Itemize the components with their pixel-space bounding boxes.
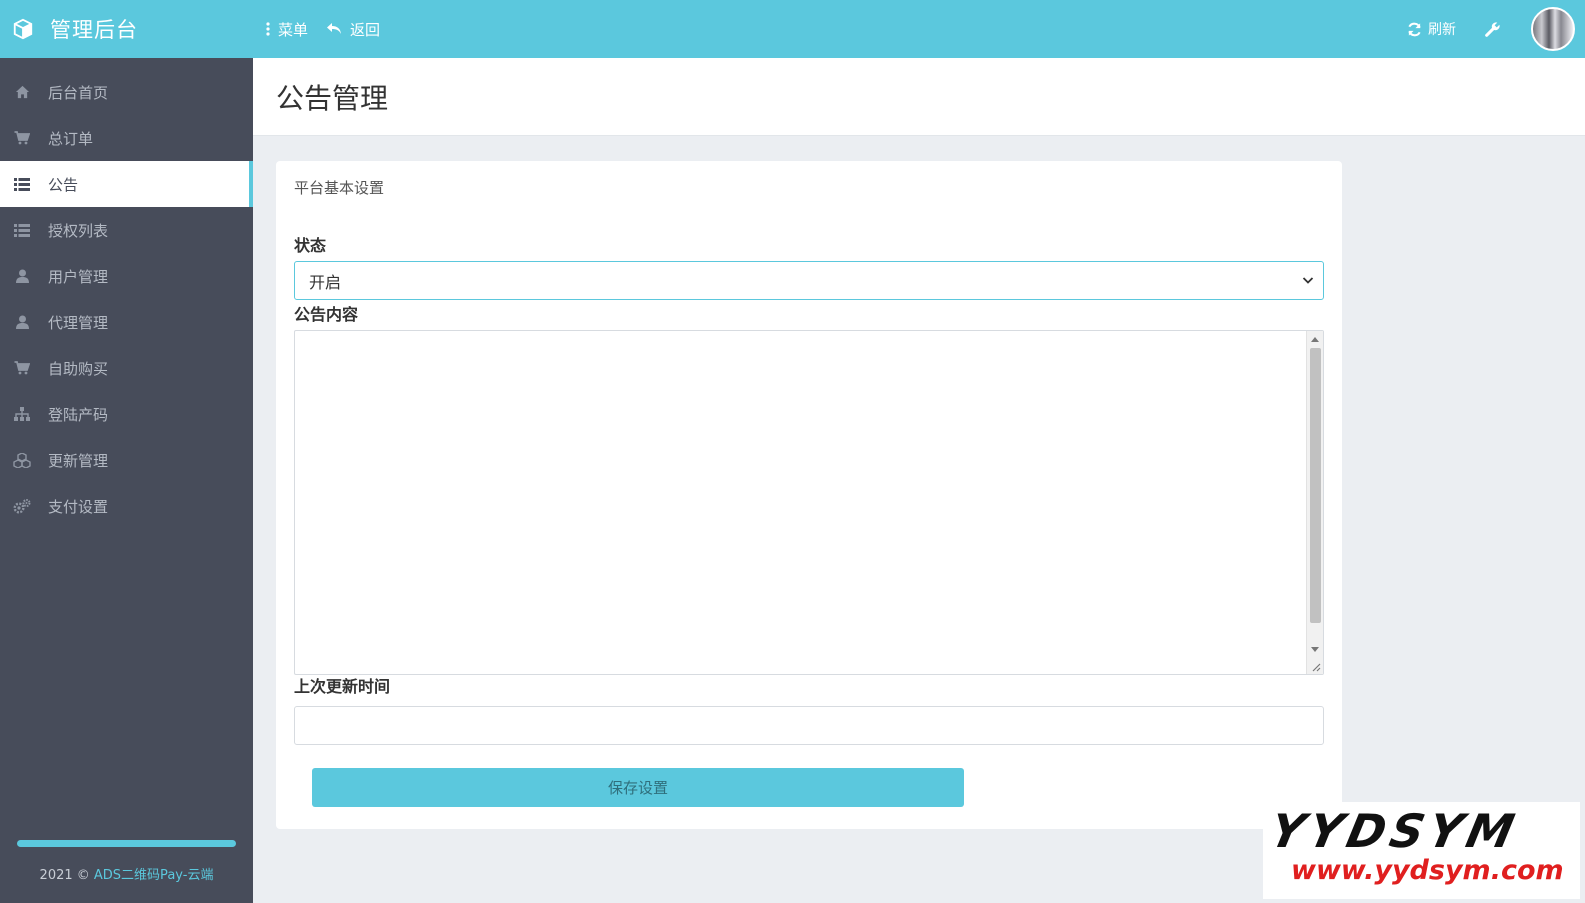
sidebar-item-agents[interactable]: 代理管理 [0, 299, 253, 345]
scroll-down-arrow-icon[interactable] [1311, 647, 1319, 652]
status-select[interactable]: 开启 [294, 261, 1324, 300]
cart-icon [13, 129, 31, 147]
ellipsis-vertical-icon [266, 22, 270, 36]
wrench-icon [1485, 21, 1500, 37]
settings-button[interactable] [1484, 21, 1501, 38]
user-icon [13, 267, 31, 285]
sidebar-footer: 2021 © ADS二维码Pay-云端 [0, 864, 253, 883]
content-label: 公告内容 [294, 305, 359, 324]
sidebar: 后台首页 总订单 公告 授权列表 用户管理 代理管理 自助购买 登陆产码 更新管… [0, 58, 253, 903]
save-settings-label: 保存设置 [607, 779, 668, 797]
sidebar-item-home[interactable]: 后台首页 [0, 69, 253, 115]
sidebar-item-label: 支付设置 [48, 497, 109, 516]
sidebar-item-label: 总订单 [48, 129, 94, 148]
menu-label: 菜单 [278, 20, 309, 39]
brand-title: 管理后台 [50, 18, 138, 42]
sidebar-item-login-code[interactable]: 登陆产码 [0, 391, 253, 437]
watermark-brand: YYDSYM [1265, 804, 1524, 858]
resize-grip-icon[interactable] [1309, 660, 1321, 672]
refresh-button[interactable]: 刷新 [1407, 19, 1456, 39]
user-icon [13, 313, 31, 331]
brand[interactable]: 管理后台 [0, 0, 253, 58]
sidebar-menu: 后台首页 总订单 公告 授权列表 用户管理 代理管理 自助购买 登陆产码 更新管… [0, 58, 253, 529]
sidebar-item-payment-settings[interactable]: 支付设置 [0, 483, 253, 529]
list-icon [13, 221, 31, 239]
watermark-url: www.yydsym.com [1291, 855, 1564, 886]
scroll-up-arrow-icon[interactable] [1311, 337, 1319, 342]
sidebar-item-label: 登陆产码 [48, 405, 109, 424]
status-select-value: 开启 [309, 272, 342, 292]
sidebar-item-announcement[interactable]: 公告 [0, 161, 253, 207]
sidebar-item-label: 后台首页 [48, 83, 109, 102]
footer-link[interactable]: ADS二维码Pay-云端 [94, 868, 214, 883]
sitemap-icon [13, 405, 31, 423]
copyright-text: 2021 © [39, 868, 94, 883]
sidebar-item-label: 授权列表 [48, 221, 109, 240]
list-icon [13, 175, 31, 193]
save-settings-button[interactable]: 保存设置 [312, 768, 964, 807]
scrollbar-thumb[interactable] [1310, 348, 1321, 623]
announcement-content-textarea[interactable] [294, 330, 1324, 675]
sidebar-item-label: 更新管理 [48, 451, 109, 470]
sidebar-item-label: 代理管理 [48, 313, 109, 332]
home-icon [13, 83, 31, 101]
chevron-down-icon [1302, 277, 1314, 284]
sidebar-item-licenses[interactable]: 授权列表 [0, 207, 253, 253]
sidebar-item-users[interactable]: 用户管理 [0, 253, 253, 299]
sidebar-item-label: 自助购买 [48, 359, 109, 378]
sidebar-item-label: 公告 [48, 175, 79, 194]
sidebar-progress-bar [17, 840, 236, 847]
page-title: 公告管理 [276, 82, 389, 115]
status-label: 状态 [294, 236, 327, 255]
sidebar-item-label: 用户管理 [48, 267, 109, 286]
card-title: 平台基本设置 [294, 179, 385, 197]
cubes-icon [13, 451, 31, 469]
sidebar-item-orders[interactable]: 总订单 [0, 115, 253, 161]
avatar[interactable] [1531, 7, 1575, 51]
watermark: YYDSYM www.yydsym.com [1263, 802, 1580, 899]
top-navbar: 管理后台 菜单 返回 刷新 [0, 0, 1585, 58]
gears-icon [13, 497, 31, 515]
refresh-label: 刷新 [1428, 22, 1456, 38]
reply-icon [327, 23, 342, 34]
cube-icon [13, 18, 33, 40]
sidebar-item-self-purchase[interactable]: 自助购买 [0, 345, 253, 391]
back-button[interactable]: 返回 [326, 19, 380, 40]
menu-toggle-button[interactable]: 菜单 [266, 19, 308, 40]
textarea-scrollbar[interactable] [1306, 331, 1323, 674]
refresh-icon [1408, 22, 1421, 36]
cart-icon [13, 359, 31, 377]
page-header: 公告管理 [253, 58, 1585, 136]
back-label: 返回 [350, 20, 381, 39]
settings-card: 平台基本设置 状态 开启 公告内容 上次更新时间 保存设置 [276, 161, 1342, 829]
last-updated-field[interactable] [294, 706, 1324, 745]
last-updated-label: 上次更新时间 [294, 677, 391, 696]
sidebar-item-updates[interactable]: 更新管理 [0, 437, 253, 483]
